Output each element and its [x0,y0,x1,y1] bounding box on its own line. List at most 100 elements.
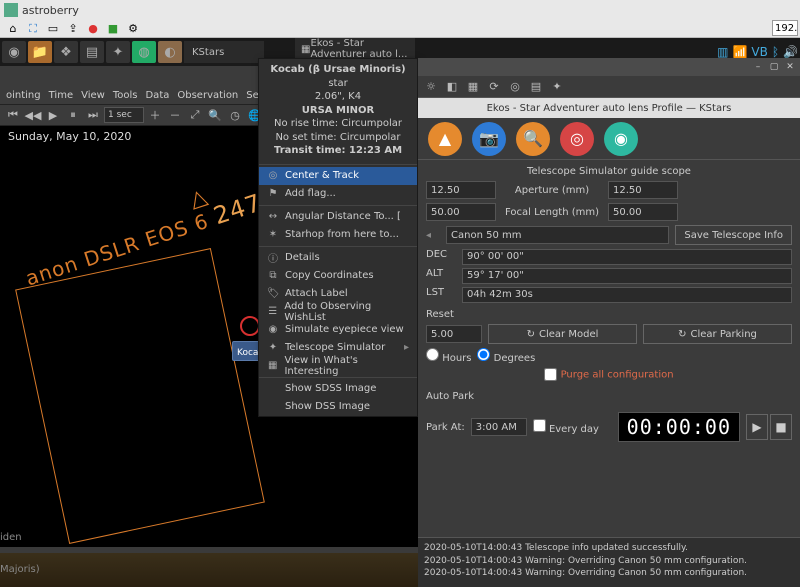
menu-item[interactable]: View [81,90,105,101]
hours-radio[interactable]: Hours [426,348,471,364]
reset-label: Reset [426,309,792,320]
ekos-toolbar: ☼ ◧ ▦ ⟳ ◎ ▤ ✦ [418,76,800,98]
chevron-right-icon: ▸ [404,342,409,353]
menu-item[interactable]: Data [145,90,169,101]
ctx-add-wishlist[interactable]: ☰Add to Observing WishList [259,303,417,321]
purge-config[interactable]: Purge all configuration [426,368,792,381]
bluetooth-icon[interactable]: ᛒ [772,45,779,59]
hop-icon: ✶ [267,229,279,240]
fullscreen-icon[interactable]: ⛶ [26,22,40,36]
guide-tab-icon[interactable]: ◉ [604,122,638,156]
ctx-center-track[interactable]: ◎Center & Track [259,167,417,185]
list-icon: ☰ [267,306,278,317]
step-size-input[interactable] [426,325,482,343]
record-icon[interactable]: ● [86,22,100,36]
purge-checkbox[interactable] [544,368,557,381]
gear-icon[interactable]: ⚙ [126,22,140,36]
clear-model-button[interactable]: ↻Clear Model [488,324,637,344]
taskbar-app-kstars[interactable]: KStars [184,41,264,63]
site-icon [4,3,18,17]
ctx-copy-coords[interactable]: ⧉Copy Coordinates [259,267,417,285]
object-context-menu: Kocab (β Ursae Minoris) star 2.06", K4 U… [258,58,418,417]
vb-icon[interactable]: VB [751,45,767,59]
park-time-input[interactable] [471,418,527,436]
lens-name-input[interactable] [446,226,669,244]
save-telescope-button[interactable]: Save Telescope Info [675,225,792,245]
taskbar-app-ekos[interactable]: ▦ Ekos - Star Adventurer auto l... [295,38,415,60]
monitor-icon[interactable]: ▤ [80,41,104,63]
files-icon[interactable]: 📁 [28,41,52,63]
menu-item[interactable]: ointing [6,90,41,101]
copy-icon: ⧉ [267,270,279,281]
coordinates-display: DEC 90° 00' 00" ALT 59° 17' 00" LST 04h … [426,249,792,303]
stop-timer-button[interactable]: ■ [770,414,792,440]
tb-icon[interactable]: ▦ [464,78,482,96]
focal-primary-input[interactable] [426,203,496,221]
rewind-icon[interactable]: ◀◀ [24,106,42,124]
tb-icon[interactable]: ✦ [548,78,566,96]
skip-back-icon[interactable]: ⏮ [4,106,22,124]
eye-icon: ◉ [267,324,279,335]
ekos-module-tabs: ▲ 📷 🔍 ◎ ◉ [418,118,800,160]
focal-guide-input[interactable] [608,203,678,221]
address-bar[interactable] [772,20,798,36]
tb-icon[interactable]: ⟳ [485,78,503,96]
maximize-icon[interactable]: ▢ [768,61,780,73]
ctx-starhop[interactable]: ✶Starhop from here to... [259,226,417,244]
tool-icon[interactable]: ✦ [106,41,130,63]
tb-icon[interactable]: ▤ [527,78,545,96]
chevron-left-icon[interactable]: ◂ [426,230,440,241]
stop-icon[interactable]: ■ [106,22,120,36]
tb-icon[interactable]: ◧ [443,78,461,96]
ctx-add-flag[interactable]: ⚑Add flag... [259,185,417,203]
ctx-dss-image[interactable]: Show DSS Image [259,398,417,416]
timestep-input[interactable] [104,107,144,123]
ctx-details[interactable]: ⓘDetails [259,249,417,267]
ctx-simulate-eyepiece[interactable]: ◉Simulate eyepiece view [259,321,417,339]
mount-tab-icon[interactable]: ▲ [428,122,462,156]
pause-icon[interactable]: ⏸ [64,106,82,124]
upload-icon[interactable]: ⇪ [66,22,80,36]
ctx-angular-distance[interactable]: ↔Angular Distance To... [ [259,208,417,226]
fit-icon[interactable]: ⤢ [186,106,204,124]
menu-item[interactable]: Tools [113,90,138,101]
wifi-icon[interactable]: 📶 [732,45,747,59]
planet-icon[interactable]: ◐ [158,41,182,63]
tray: ▥ 📶 VB ᛒ 🔊 [717,45,798,59]
tb-icon[interactable]: ◎ [506,78,524,96]
menu-item[interactable]: Observation [177,90,238,101]
play-icon[interactable]: ▶ [44,106,62,124]
tb-icon[interactable]: ☼ [422,78,440,96]
search-icon[interactable]: 🔍 [206,106,224,124]
ctx-whats-interesting[interactable]: ▦View in What's Interesting [259,357,417,375]
aperture-primary-input[interactable] [426,181,496,199]
launcher-icon[interactable]: ◉ [2,41,26,63]
aperture-guide-input[interactable] [608,181,678,199]
align-tab-icon[interactable]: ◎ [560,122,594,156]
zoom-in-icon[interactable]: ＋ [146,106,164,124]
park-at-label: Park At: [426,422,465,433]
countdown-clock: 00:00:00 [618,412,740,442]
zoom-out-icon[interactable]: － [166,106,184,124]
menu-item[interactable]: Time [49,90,73,101]
clear-parking-button[interactable]: ↻Clear Parking [643,324,792,344]
degrees-radio[interactable]: Degrees [477,348,535,364]
clock-icon[interactable]: ◷ [226,106,244,124]
minimize-icon[interactable]: – [752,61,764,73]
capture-tab-icon[interactable]: 📷 [472,122,506,156]
start-timer-button[interactable]: ▶ [746,414,768,440]
focus-tab-icon[interactable]: 🔍 [516,122,550,156]
terminal-icon[interactable]: ❖ [54,41,78,63]
ekos-titlebar[interactable]: – ▢ ✕ [418,58,800,76]
green-icon[interactable]: ◍ [132,41,156,63]
skip-fwd-icon[interactable]: ⏭ [84,106,102,124]
ctx-sdss-image[interactable]: Show SDSS Image [259,380,417,398]
every-day-checkbox[interactable]: Every day [533,419,599,435]
clipboard-icon[interactable]: ▭ [46,22,60,36]
close-icon[interactable]: ✕ [784,61,796,73]
log-line: 2020-05-10T14:00:43 Warning: Overriding … [424,555,794,568]
workspace-icon[interactable]: ▥ [717,45,728,59]
home-icon[interactable]: ⌂ [6,22,20,36]
volume-icon[interactable]: 🔊 [783,45,798,59]
label-icon: 🏷 [267,288,279,299]
